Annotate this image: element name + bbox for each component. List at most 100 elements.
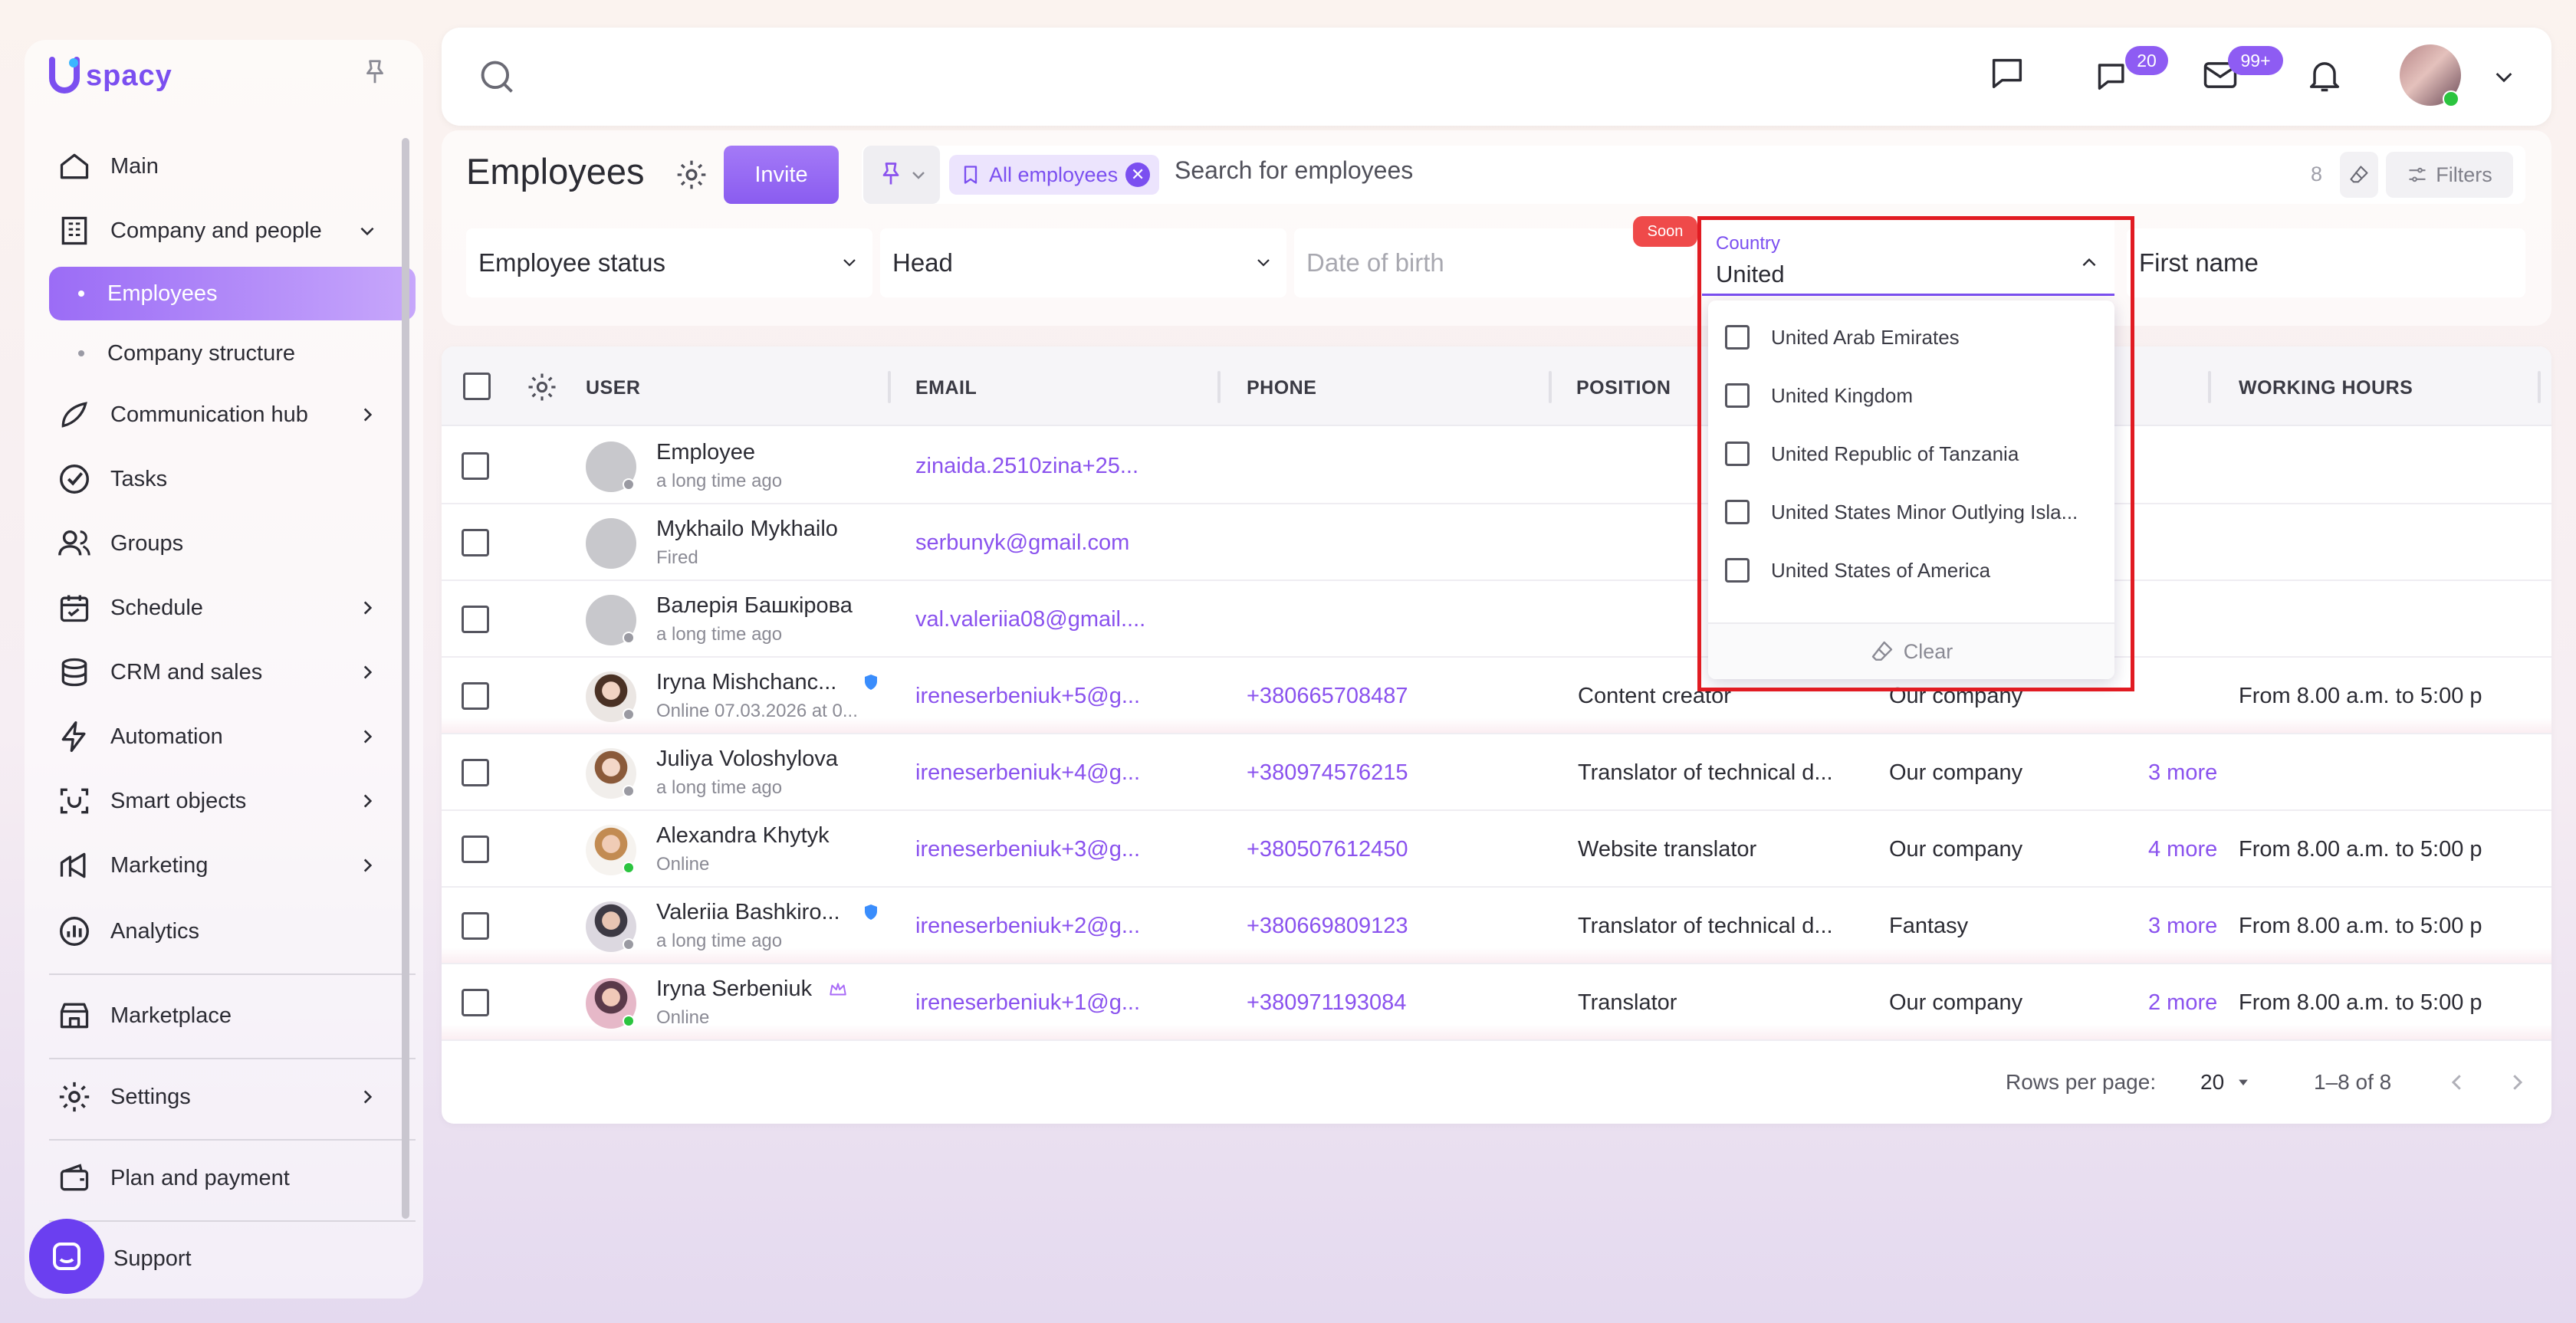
sidebar-item-employees[interactable]: Employees: [49, 267, 416, 320]
column-header-working-hours[interactable]: WORKING HOURS: [2239, 377, 2413, 399]
pinned-views-dropdown[interactable]: [863, 146, 940, 204]
table-row[interactable]: [442, 504, 2551, 581]
sidebar-item-main[interactable]: Main: [55, 140, 393, 193]
employee-search-input[interactable]: Search for employees: [1175, 156, 1413, 185]
sidebar-item-groups[interactable]: Groups: [55, 517, 393, 570]
email-link[interactable]: ireneserbeniuk+4@g...: [915, 760, 1140, 786]
email-link[interactable]: zinaida.2510zina+25...: [915, 454, 1138, 479]
phone-link[interactable]: +380971193084: [1247, 990, 1406, 1016]
row-checkbox[interactable]: [462, 682, 489, 710]
first-name-filter[interactable]: First name: [2127, 228, 2525, 297]
sidebar-item-smart-objects[interactable]: Smart objects: [55, 774, 393, 828]
user-name[interactable]: Iryna Serbeniuk: [656, 977, 812, 1002]
sidebar-item-settings[interactable]: Settings: [55, 1070, 393, 1124]
row-checkbox[interactable]: [462, 606, 489, 633]
settings-gear-icon[interactable]: [675, 158, 708, 192]
row-checkbox[interactable]: [462, 835, 489, 863]
more-link[interactable]: 4 more: [2148, 837, 2217, 862]
sidebar-item-label: Employees: [107, 281, 218, 306]
invite-button[interactable]: Invite: [724, 146, 839, 204]
chats-badge: 20: [2125, 46, 2168, 75]
sidebar-item-marketplace[interactable]: Marketplace: [55, 989, 393, 1042]
sidebar-item-automation[interactable]: Automation: [55, 710, 393, 763]
column-resizer[interactable]: [2538, 371, 2541, 403]
row-checkbox[interactable]: [462, 989, 489, 1016]
more-link[interactable]: 3 more: [2148, 914, 2217, 939]
email-link[interactable]: ireneserbeniuk+5@g...: [915, 684, 1140, 709]
search-icon[interactable]: [477, 57, 517, 97]
support-chat-button[interactable]: [29, 1219, 104, 1294]
sidebar-item-analytics[interactable]: Analytics: [55, 904, 393, 958]
email-link[interactable]: ireneserbeniuk+3@g...: [915, 837, 1140, 862]
employee-status-filter[interactable]: Employee status: [466, 228, 872, 297]
app-logo[interactable]: spacy: [48, 57, 172, 95]
email-link[interactable]: ireneserbeniuk+1@g...: [915, 990, 1140, 1016]
chevron-down-icon[interactable]: [2492, 64, 2516, 89]
user-name[interactable]: Valeriia Bashkiro...: [656, 900, 840, 925]
chevron-left-icon[interactable]: [2446, 1069, 2469, 1096]
chevron-right-icon: [363, 794, 373, 808]
bell-icon[interactable]: [2305, 55, 2344, 95]
sidebar-scrollbar[interactable]: [402, 138, 409, 1219]
phone-link[interactable]: +380507612450: [1247, 837, 1408, 862]
sidebar-item-tasks[interactable]: Tasks: [55, 452, 393, 506]
sidebar-item-plan-and-payment[interactable]: Plan and payment: [55, 1151, 393, 1205]
clear-filters-button[interactable]: [2340, 152, 2378, 198]
column-header-email[interactable]: EMAIL: [915, 377, 977, 399]
phone-link[interactable]: +380665708487: [1247, 684, 1408, 709]
row-checkbox[interactable]: [462, 912, 489, 940]
column-settings-gear-icon[interactable]: [526, 371, 558, 403]
remove-chip-icon[interactable]: ✕: [1125, 163, 1151, 187]
column-resizer[interactable]: [1549, 371, 1552, 403]
head-filter[interactable]: Head: [880, 228, 1286, 297]
chevron-right-icon[interactable]: [2505, 1069, 2528, 1096]
sidebar-item-marketing[interactable]: Marketing: [55, 839, 393, 892]
all-employees-chip[interactable]: All employees ✕: [949, 155, 1160, 195]
sidebar-item-company-and-people[interactable]: Company and people: [55, 204, 393, 258]
user-name[interactable]: Валерія Башкірова: [656, 593, 853, 619]
filters-button[interactable]: Filters: [2386, 152, 2513, 198]
column-resizer[interactable]: [2208, 371, 2211, 403]
user-name[interactable]: Juliya Voloshylova: [656, 747, 838, 772]
rows-per-page-select[interactable]: 20: [2200, 1070, 2224, 1095]
sidebar-item-communication-hub[interactable]: Communication hub: [55, 388, 393, 442]
table-row[interactable]: [442, 734, 2551, 811]
user-name[interactable]: Iryna Mishchanc...: [656, 670, 836, 695]
table-row[interactable]: [442, 658, 2551, 734]
user-name[interactable]: Alexandra Khytyk: [656, 823, 830, 849]
sidebar-item-support[interactable]: Support: [113, 1246, 192, 1272]
user-name[interactable]: Employee: [656, 440, 755, 465]
email-link[interactable]: ireneserbeniuk+2@g...: [915, 914, 1140, 939]
user-name[interactable]: Mykhailo Mykhailo: [656, 517, 838, 542]
row-checkbox[interactable]: [462, 452, 489, 480]
user-status: a long time ago: [656, 777, 783, 798]
column-resizer[interactable]: [1217, 371, 1221, 403]
column-header-position[interactable]: POSITION: [1576, 377, 1671, 399]
pin-icon[interactable]: [360, 57, 389, 87]
column-resizer[interactable]: [888, 371, 891, 403]
phone-link[interactable]: +380669809123: [1247, 914, 1408, 939]
email-link[interactable]: serbunyk@gmail.com: [915, 530, 1129, 556]
email-link[interactable]: val.valeriia08@gmail....: [915, 607, 1145, 632]
message-icon[interactable]: [1987, 54, 2027, 94]
table-row[interactable]: [442, 964, 2551, 1041]
table-row[interactable]: [442, 811, 2551, 888]
more-link[interactable]: 2 more: [2148, 990, 2217, 1016]
row-checkbox[interactable]: [462, 759, 489, 786]
table-row[interactable]: [442, 581, 2551, 658]
sidebar-item-crm-and-sales[interactable]: CRM and sales: [55, 645, 393, 699]
row-checkbox[interactable]: [462, 529, 489, 556]
sidebar-item-schedule[interactable]: Schedule: [55, 581, 393, 635]
column-header-user[interactable]: USER: [586, 377, 640, 399]
eraser-icon: [2350, 166, 2368, 183]
chevron-down-icon: [360, 227, 374, 236]
table-row[interactable]: [442, 428, 2551, 504]
column-header-phone[interactable]: PHONE: [1247, 377, 1316, 399]
sidebar-item-company-structure[interactable]: Company structure: [49, 327, 416, 380]
select-all-checkbox[interactable]: [463, 373, 491, 400]
gear-icon: [55, 1078, 94, 1116]
caret-down-icon[interactable]: [2234, 1075, 2252, 1090]
table-row[interactable]: [442, 888, 2551, 964]
more-link[interactable]: 3 more: [2148, 760, 2217, 786]
phone-link[interactable]: +380974576215: [1247, 760, 1408, 786]
